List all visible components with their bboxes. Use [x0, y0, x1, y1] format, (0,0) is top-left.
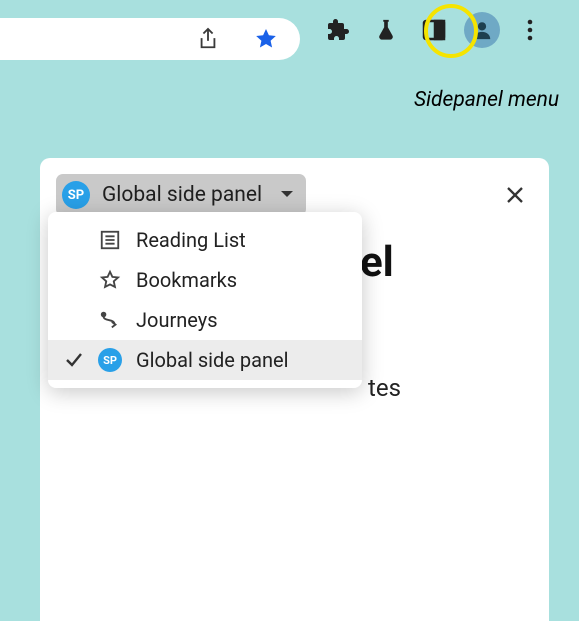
- dropdown-item-label: Journeys: [136, 308, 218, 332]
- dropdown-item-reading-list[interactable]: Reading List: [48, 220, 362, 260]
- chevron-down-icon: [280, 190, 294, 200]
- toolbar-actions: [320, 12, 548, 48]
- side-panel-selector[interactable]: SP Global side panel: [56, 174, 306, 216]
- check-icon: [64, 352, 84, 368]
- side-panel-selector-label: Global side panel: [102, 183, 262, 207]
- dropdown-item-bookmarks[interactable]: Bookmarks: [48, 260, 362, 300]
- omnibox[interactable]: [0, 18, 300, 60]
- dropdown-item-label: Global side panel: [136, 348, 288, 372]
- browser-toolbar: [0, 0, 579, 70]
- annotation-label: Sidepanel menu: [414, 88, 559, 112]
- journeys-icon: [98, 308, 122, 332]
- sp-badge-icon: SP: [62, 181, 90, 209]
- dropdown-item-journeys[interactable]: Journeys: [48, 300, 362, 340]
- dropdown-item-label: Bookmarks: [136, 268, 237, 292]
- sp-badge-icon: SP: [98, 348, 122, 372]
- kebab-menu-icon[interactable]: [512, 12, 548, 48]
- side-panel: SP Global side panel el tes Reading List: [40, 158, 549, 621]
- sidepanel-icon[interactable]: [416, 12, 452, 48]
- labs-icon[interactable]: [368, 12, 404, 48]
- close-button[interactable]: [497, 177, 533, 213]
- side-panel-header: SP Global side panel: [56, 174, 533, 216]
- star-outline-icon: [98, 268, 122, 292]
- dropdown-item-label: Reading List: [136, 228, 246, 252]
- bookmark-star-icon[interactable]: [248, 21, 284, 57]
- side-panel-dropdown: Reading List Bookmarks Journeys: [48, 212, 362, 388]
- dropdown-item-global-side-panel[interactable]: SP Global side panel: [48, 340, 362, 380]
- obscured-heading-fragment: el: [360, 238, 394, 287]
- share-icon[interactable]: [190, 21, 226, 57]
- sp-badge-icon-inner: SP: [98, 348, 122, 372]
- reading-list-icon: [98, 228, 122, 252]
- obscured-text-fragment: tes: [368, 374, 401, 402]
- profile-avatar[interactable]: [464, 12, 500, 48]
- extensions-icon[interactable]: [320, 12, 356, 48]
